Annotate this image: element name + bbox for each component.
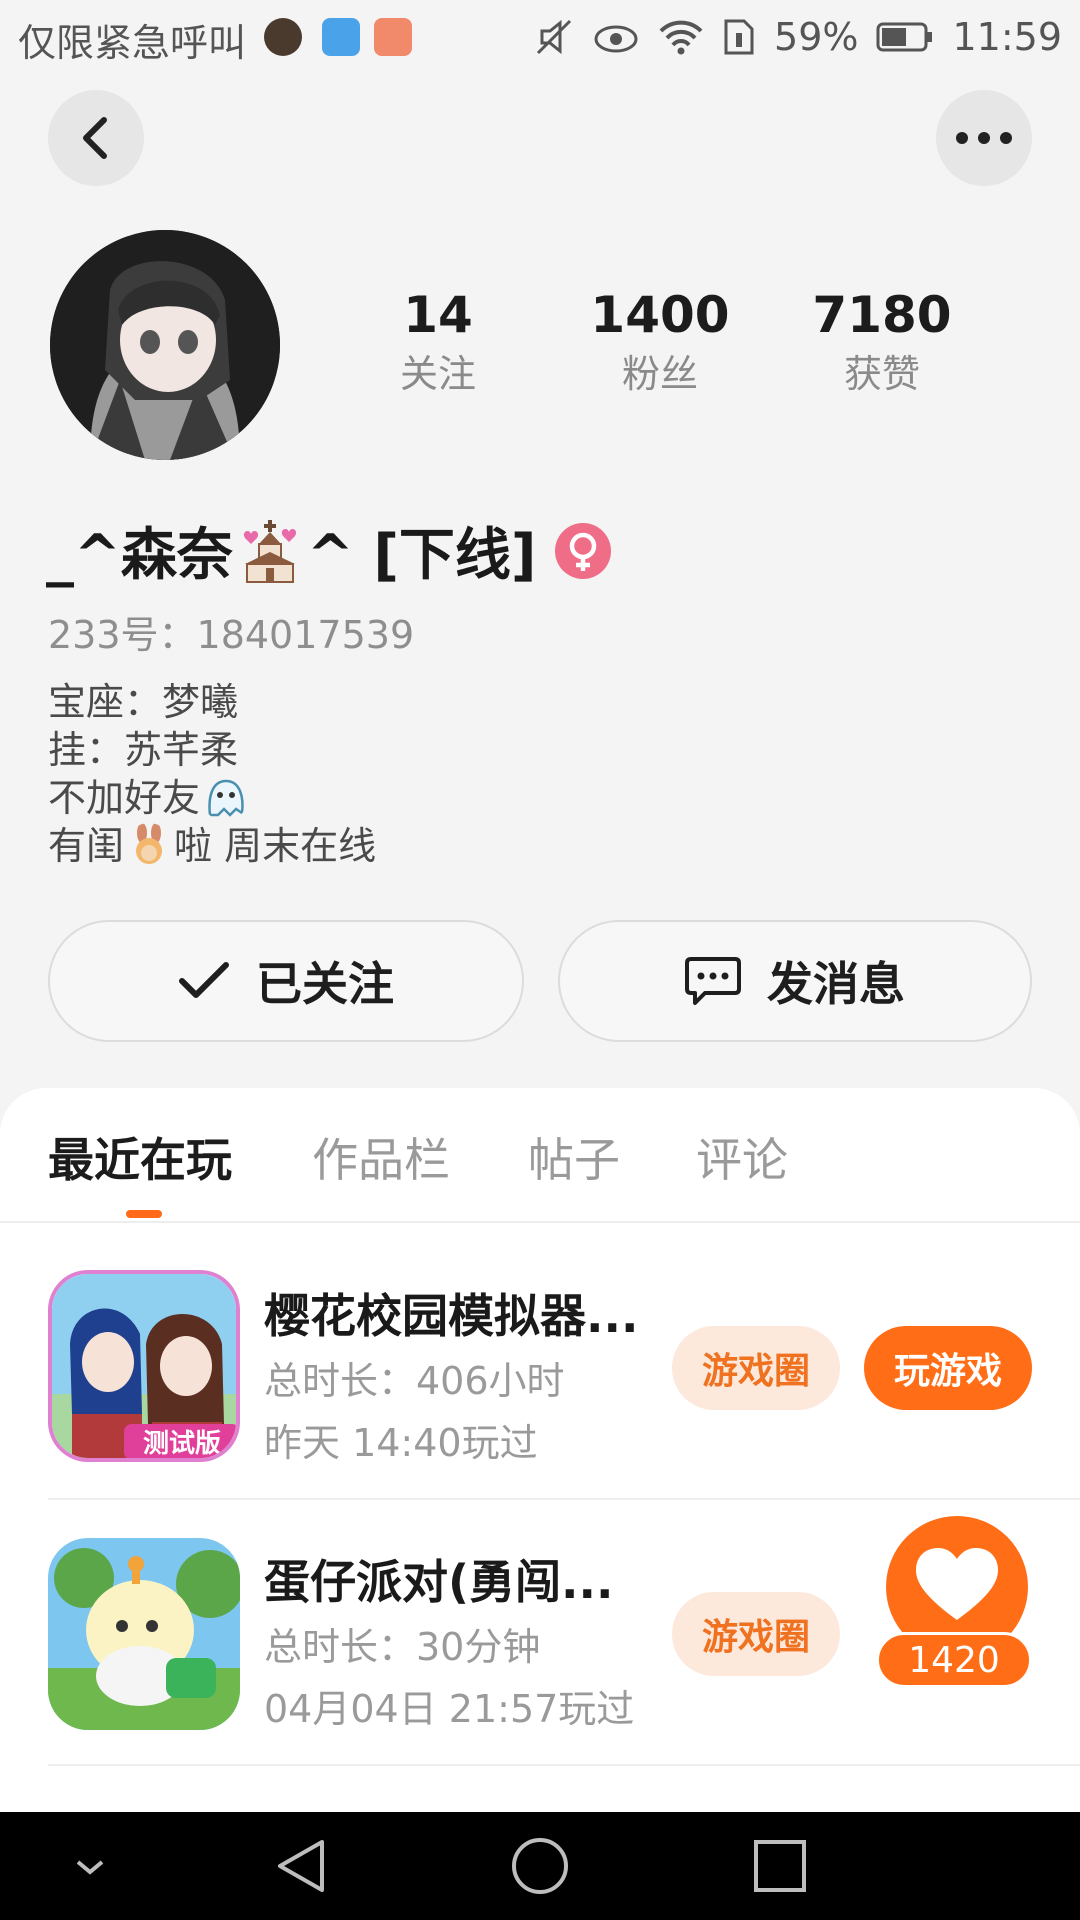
back-button[interactable] — [48, 90, 144, 186]
status-icons: 59% 11:59 — [534, 12, 1062, 62]
game-duration: 总时长：30分钟 — [264, 1625, 541, 1669]
following-button[interactable]: 已关注 — [48, 920, 524, 1042]
gallery-notification-icon — [322, 18, 360, 56]
username-suffix: ^ [下线] — [306, 523, 537, 588]
female-gender-icon — [554, 522, 611, 579]
content-panel — [0, 1088, 1080, 1848]
battery-icon — [876, 22, 933, 52]
fans-label: 粉丝 — [621, 352, 698, 396]
carrier-text: 仅限紧急呼叫 — [18, 21, 247, 65]
bio: 宝座：梦曦 挂：苏芊柔 不加好友 有闺 啦 周末在线 — [48, 678, 376, 870]
bio-line: 挂：苏芊柔 — [48, 728, 239, 772]
recents-square-icon[interactable] — [750, 1836, 810, 1896]
more-dots-icon — [956, 132, 1012, 144]
row-divider — [48, 1498, 1080, 1500]
like-count: 1420 — [876, 1632, 1032, 1688]
hide-keyboard-chevron-icon[interactable] — [70, 1836, 110, 1896]
chevron-left-icon — [83, 117, 107, 159]
game-circle-button[interactable]: 游戏圈 — [672, 1592, 840, 1676]
likes-label: 获赞 — [843, 352, 920, 396]
username: _^森奈 ^ [下线] — [46, 510, 611, 591]
check-icon — [179, 962, 229, 998]
game-icon-eggy-party[interactable] — [48, 1538, 240, 1730]
following-count: 14 — [403, 286, 473, 344]
eye-icon — [594, 25, 638, 53]
bio-line: 不加好友 — [48, 774, 376, 822]
more-button[interactable] — [936, 90, 1032, 186]
mute-icon — [536, 19, 572, 55]
system-nav-bar — [0, 1812, 1080, 1920]
test-version-badge: 测试版 — [143, 1429, 221, 1459]
tab-divider — [0, 1221, 1080, 1223]
game-last-played: 04月04日 21:57玩过 — [264, 1687, 635, 1731]
chat-bubble-icon — [685, 957, 741, 1005]
likes-count: 7180 — [812, 286, 952, 344]
row-divider — [48, 1764, 1080, 1766]
active-tab-indicator — [126, 1210, 162, 1218]
sim-icon — [724, 19, 754, 55]
home-circle-icon[interactable] — [510, 1836, 570, 1896]
game-duration: 总时长：406小时 — [264, 1359, 565, 1403]
tab-recently-played[interactable]: 最近在玩 — [48, 1124, 232, 1190]
stat-fans[interactable]: 1400 粉丝 — [570, 285, 750, 403]
tab-works[interactable]: 作品栏 — [312, 1124, 450, 1190]
send-message-button[interactable]: 发消息 — [558, 920, 1032, 1042]
back-triangle-icon[interactable] — [272, 1836, 332, 1896]
tab-posts[interactable]: 帖子 — [528, 1124, 620, 1190]
game-icon-sakura[interactable]: 测试版 — [48, 1270, 240, 1462]
profile-screen: 仅限紧急呼叫 59% 11:59 14 关注 1400 粉丝 7180 获赞 _… — [0, 0, 1080, 1920]
bunny-girl-emoji-icon — [136, 823, 163, 864]
following-label: 关注 — [399, 352, 476, 396]
battery-percent: 59% — [774, 15, 859, 59]
play-game-button[interactable]: 玩游戏 — [864, 1326, 1032, 1410]
fans-count: 1400 — [590, 286, 730, 344]
ghost-emoji-icon — [208, 779, 244, 817]
game-last-played: 昨天 14:40玩过 — [264, 1421, 538, 1465]
bio-line: 宝座：梦曦 — [48, 680, 239, 724]
bio-line: 有闺 啦 周末在线 — [48, 823, 377, 868]
recorder-notification-icon — [374, 18, 412, 56]
church-emoji-icon — [243, 519, 297, 583]
user-id: 233号：184017539 — [48, 613, 415, 657]
send-message-label: 发消息 — [767, 957, 905, 1011]
stat-likes[interactable]: 7180 获赞 — [792, 285, 972, 403]
game-circle-button[interactable]: 游戏圈 — [672, 1326, 840, 1410]
game-title[interactable]: 蛋仔派对(勇闯... — [264, 1546, 613, 1612]
following-button-label: 已关注 — [256, 957, 394, 1011]
avatar[interactable] — [50, 230, 280, 460]
stat-following[interactable]: 14 关注 — [348, 285, 528, 403]
status-bar: 仅限紧急呼叫 59% 11:59 — [0, 0, 1080, 76]
username-prefix: _^森奈 — [46, 523, 233, 588]
floating-like-button[interactable]: 1420 — [872, 1516, 1036, 1688]
avatar-notification-icon — [264, 18, 302, 56]
clock: 11:59 — [952, 15, 1062, 59]
tab-comments[interactable]: 评论 — [696, 1124, 788, 1190]
wifi-icon — [659, 20, 703, 55]
game-title[interactable]: 樱花校园模拟器... — [264, 1280, 638, 1346]
